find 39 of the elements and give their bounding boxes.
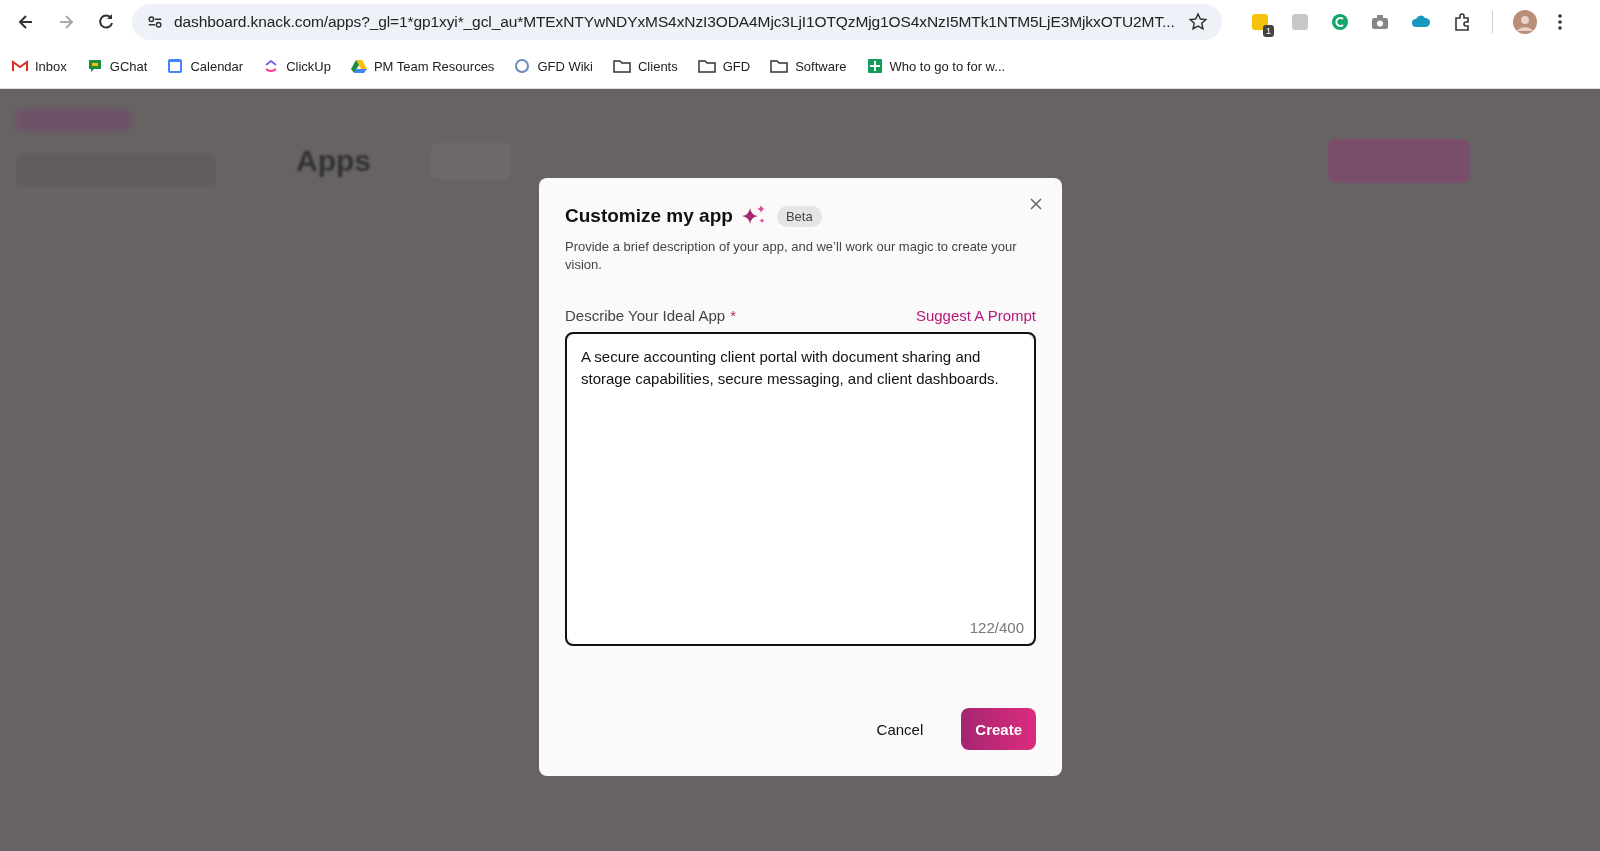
- url-text: dashboard.knack.com/apps?_gl=1*gp1xyi*_gcl_au*MTExNTYwNDYxMS4xNzI3ODA4Mjc3LjI1OTQzMjg1OS4xNzI5MTk1NTM5LjE3MjkxOTU2MT...: [174, 13, 1176, 31]
- bookmark[interactable]: Who to go to for w...: [866, 58, 1006, 74]
- folder-icon: [697, 59, 716, 73]
- star-icon[interactable]: [1188, 12, 1208, 32]
- address-bar[interactable]: dashboard.knack.com/apps?_gl=1*gp1xyi*_gcl_au*MTExNTYwNDYxMS4xNzI3ODA4Mjc3LjI1OTQzMjg1OS4xNzI5MTk1NTM5LjE3MjkxOTU2MT...: [132, 4, 1222, 40]
- close-icon[interactable]: [1030, 198, 1042, 210]
- bookmark[interactable]: Calendar: [167, 58, 244, 74]
- folder-icon: [770, 59, 789, 73]
- reload-icon[interactable]: [96, 12, 116, 32]
- modal-description: Provide a brief description of your app, and we’ll work our magic to create your vision.: [565, 238, 1018, 274]
- folder-icon: [613, 59, 631, 73]
- avatar-icon[interactable]: [1513, 10, 1537, 34]
- bookmark[interactable]: ClickUp: [263, 58, 331, 74]
- bookmark[interactable]: Software: [770, 58, 847, 74]
- character-counter: 122/400: [969, 619, 1024, 636]
- required-mark: *: [730, 307, 736, 324]
- cancel-button[interactable]: Cancel: [862, 708, 938, 750]
- site-settings-icon[interactable]: [146, 13, 164, 31]
- camera-icon[interactable]: [1370, 12, 1390, 32]
- triangle-logo-icon: [350, 59, 367, 73]
- spreadsheet-icon: [866, 58, 883, 74]
- mail-icon: [12, 60, 28, 72]
- extension-badge: 1: [1263, 25, 1274, 37]
- create-button[interactable]: Create: [961, 708, 1036, 750]
- bookmark[interactable]: PM Team Resources: [350, 58, 495, 74]
- bookmark[interactable]: GFD Wiki: [514, 58, 593, 74]
- puzzle-icon[interactable]: [1452, 12, 1472, 32]
- modal-title: Customize my app: [565, 205, 733, 227]
- extension-icon[interactable]: [1250, 12, 1270, 32]
- bookmark[interactable]: GFD: [697, 58, 751, 74]
- chat-icon: [86, 58, 103, 74]
- field-label: Describe Your Ideal App: [565, 307, 726, 324]
- calendar-icon: [167, 58, 184, 74]
- beta-badge: Beta: [776, 205, 822, 227]
- bookmark[interactable]: Inbox: [12, 58, 67, 74]
- bookmark[interactable]: Clients: [613, 58, 678, 74]
- suggest-prompt-link[interactable]: Suggest A Prompt: [915, 307, 1036, 324]
- menu-icon[interactable]: [1557, 12, 1563, 32]
- bookmark[interactable]: GChat: [86, 58, 148, 74]
